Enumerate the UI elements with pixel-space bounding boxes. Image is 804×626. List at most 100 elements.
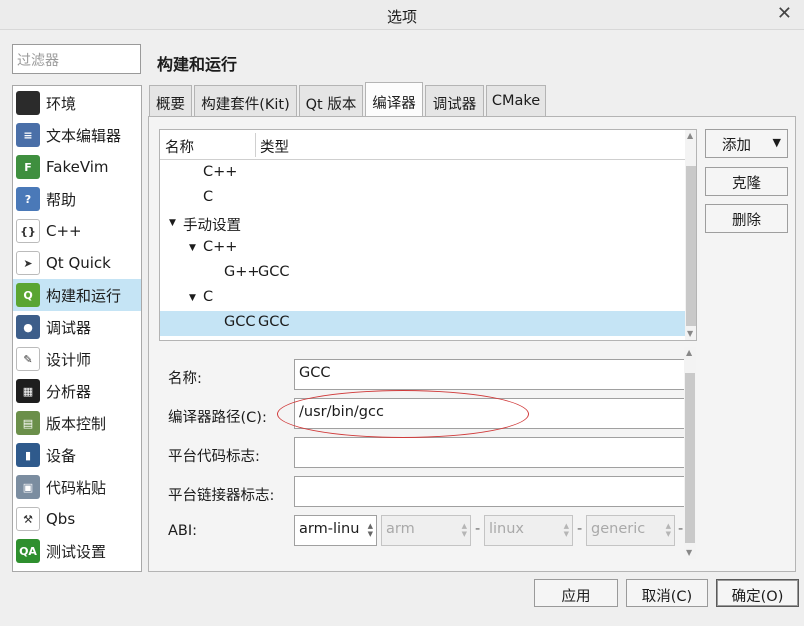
tree-row[interactable]: C++ — [160, 161, 686, 186]
tree-scrollbar[interactable]: ▲ ▼ — [685, 130, 696, 340]
abi-label: ABI: — [168, 523, 198, 539]
tab-qt-versions[interactable]: Qt 版本 — [299, 85, 363, 116]
abi-subarch-select[interactable]: arm ▲ ▼ — [381, 515, 471, 546]
paste-icon: ▣ — [16, 475, 40, 499]
cancel-button[interactable]: 取消(C) — [626, 579, 708, 607]
abi-separator: - — [577, 521, 583, 537]
tab-cmake[interactable]: CMake — [486, 85, 546, 116]
abi-arch-select[interactable]: arm-linu ▲ ▼ — [294, 515, 377, 546]
filter-input[interactable]: 过滤器 — [12, 44, 141, 74]
sidebar-item[interactable]: ▦ 分析器 — [13, 375, 141, 407]
abi-flavor-select[interactable]: generic ▲ ▼ — [586, 515, 675, 546]
sidebar-item[interactable]: ✎ 设计师 — [13, 343, 141, 375]
sidebar-item[interactable]: {} C++ — [13, 215, 141, 247]
window-title: 选项 — [386, 8, 417, 26]
sidebar-item[interactable]: F FakeVim — [13, 151, 141, 183]
column-header-name[interactable]: 名称 — [165, 136, 194, 157]
scroll-up-arrow-icon[interactable]: ▲ — [687, 131, 693, 140]
sidebar-item[interactable]: ▤ 版本控制 — [13, 407, 141, 439]
tab-debuggers[interactable]: 调试器 — [425, 85, 484, 116]
tree-row-name: 手动设置 — [183, 218, 241, 234]
monitor-icon — [16, 91, 40, 115]
abi-os-value: linux — [489, 521, 525, 537]
document-icon: ≡ — [16, 123, 40, 147]
sidebar-item-label: 文本编辑器 — [46, 126, 122, 145]
platform-linker-flags-field[interactable] — [294, 476, 686, 507]
hammer-icon: ⚒ — [16, 507, 40, 531]
page-title: 构建和运行 — [157, 55, 238, 74]
tree-row[interactable]: ▼ C — [160, 286, 686, 311]
tree-row[interactable]: C — [160, 186, 686, 211]
sidebar-item[interactable]: ? 帮助 — [13, 183, 141, 215]
sidebar-item-label: 环境 — [46, 94, 77, 113]
device-icon: ▮ — [16, 443, 40, 467]
sidebar-item-label: 测试设置 — [46, 542, 107, 561]
tree-header: 名称 类型 — [160, 130, 686, 160]
scroll-down-arrow-icon[interactable]: ▼ — [686, 548, 692, 557]
close-icon[interactable]: ✕ — [777, 3, 792, 24]
tree-row-name: C++ — [203, 164, 238, 180]
sidebar-item-label: Qt Quick — [46, 254, 111, 272]
spin-arrows-icon: ▲ ▼ — [563, 522, 569, 538]
fakevim-icon: F — [16, 155, 40, 179]
sidebar-item[interactable]: Q 构建和运行 — [13, 279, 141, 311]
sidebar-item-label: 代码粘贴 — [46, 478, 107, 497]
tree-row[interactable]: ▼ C++ — [160, 236, 686, 261]
tree-row-type: GCC — [258, 264, 290, 280]
tree-row-name: C++ — [203, 239, 238, 255]
tree-row-type: GCC — [258, 314, 290, 330]
abi-os-select[interactable]: linux ▲ ▼ — [484, 515, 573, 546]
sidebar-item-label: 设计师 — [46, 350, 92, 369]
sidebar-item-label: 调试器 — [46, 318, 92, 337]
scroll-up-arrow-icon[interactable]: ▲ — [686, 348, 692, 357]
expand-arrow-icon[interactable]: ▼ — [189, 293, 196, 303]
sidebar-item-label: 设备 — [46, 446, 77, 465]
compiler-path-field[interactable]: /usr/bin/gcc — [294, 398, 686, 429]
sidebar-item[interactable]: 环境 — [13, 87, 141, 119]
scroll-down-arrow-icon[interactable]: ▼ — [687, 329, 693, 338]
apply-button[interactable]: 应用 — [534, 579, 618, 607]
pencil-icon: ✎ — [16, 347, 40, 371]
abi-separator: - — [678, 521, 684, 537]
ok-button[interactable]: 确定(O) — [716, 579, 799, 607]
abi-separator: - — [475, 521, 481, 537]
abi-subarch-value: arm — [386, 521, 415, 537]
clone-button[interactable]: 克隆 — [705, 167, 788, 196]
platform-codegen-flags-field[interactable] — [294, 437, 686, 468]
tree-row-name: G++ — [224, 264, 260, 280]
scrollbar-thumb[interactable] — [685, 373, 695, 543]
remove-button[interactable]: 删除 — [705, 204, 788, 233]
sidebar-item[interactable]: ≡ 文本编辑器 — [13, 119, 141, 151]
sidebar-item[interactable]: ▣ 代码粘贴 — [13, 471, 141, 503]
tab-kits[interactable]: 构建套件(Kit) — [194, 85, 297, 116]
name-field[interactable]: GCC — [294, 359, 686, 390]
name-label: 名称: — [168, 371, 202, 387]
expand-arrow-icon[interactable]: ▼ — [169, 218, 176, 228]
column-header-type[interactable]: 类型 — [260, 136, 289, 157]
tab-compilers[interactable]: 编译器 — [365, 82, 423, 117]
tree-row-name: GCC — [224, 314, 256, 330]
version-control-icon: ▤ — [16, 411, 40, 435]
analyzer-icon: ▦ — [16, 379, 40, 403]
tree-row[interactable]: ▼ 手动设置 — [160, 211, 686, 236]
braces-icon: {} — [16, 219, 40, 243]
expand-arrow-icon[interactable]: ▼ — [189, 243, 196, 253]
tree-row[interactable]: G++ GCC — [160, 261, 686, 286]
sidebar-item-label: 分析器 — [46, 382, 92, 401]
help-icon: ? — [16, 187, 40, 211]
sidebar-item[interactable]: ▮ 设备 — [13, 439, 141, 471]
sidebar-item[interactable]: ➤ Qt Quick — [13, 247, 141, 279]
form-scrollbar[interactable]: ▲ ▼ — [684, 347, 696, 559]
scrollbar-thumb[interactable] — [686, 166, 696, 326]
sidebar-item-label: 构建和运行 — [46, 286, 122, 305]
sidebar-item[interactable]: ⚒ Qbs — [13, 503, 141, 535]
sidebar-item[interactable]: ● 调试器 — [13, 311, 141, 343]
compiler-tree[interactable]: 名称 类型 C++ C ▼ 手动设置 ▼ C++ G++ GCC ▼ C GCC… — [159, 129, 697, 341]
sidebar-item-label: 版本控制 — [46, 414, 107, 433]
sidebar-item[interactable]: QA 测试设置 — [13, 535, 141, 567]
tree-row-selected[interactable]: GCC GCC — [160, 311, 686, 336]
add-button[interactable]: 添加 ▼ — [705, 129, 788, 158]
compiler-path-label: 编译器路径(C): — [168, 410, 267, 426]
bug-icon: ● — [16, 315, 40, 339]
tab-overview[interactable]: 概要 — [149, 85, 192, 116]
